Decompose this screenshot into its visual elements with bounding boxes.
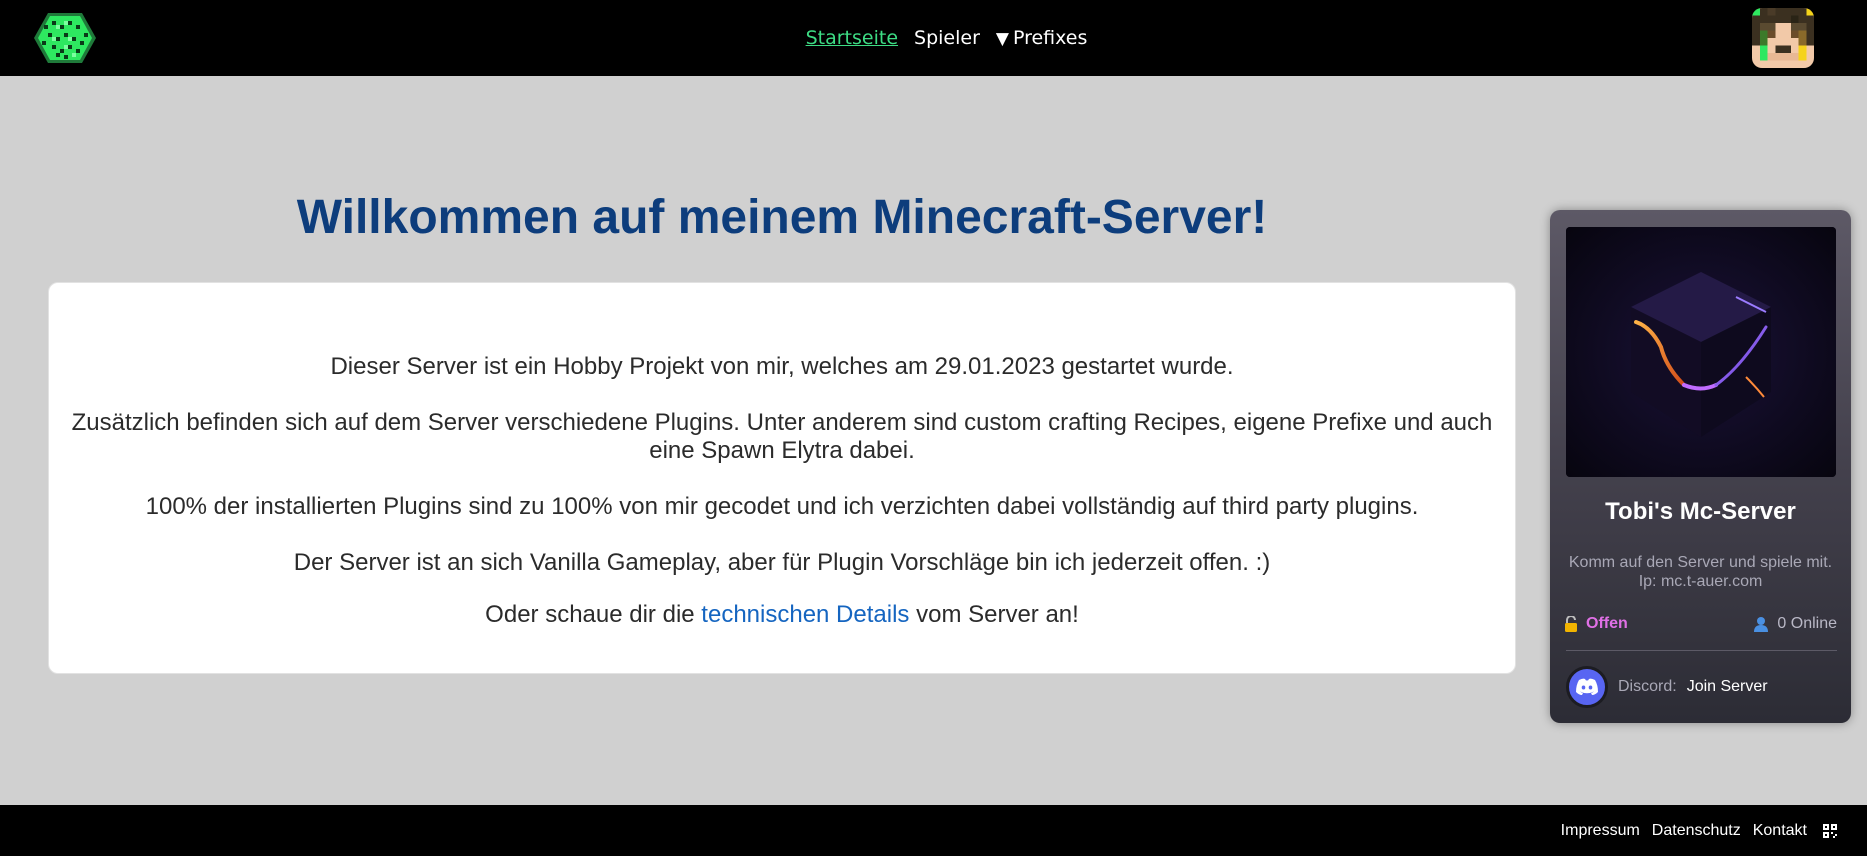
- online-count: 0 Online: [1753, 615, 1837, 633]
- intro-paragraph-3: 100% der installierten Plugins sind zu 1…: [145, 493, 1419, 520]
- server-status: Offen: [1564, 615, 1628, 633]
- nav-dropdown-label: Prefixes: [1012, 27, 1088, 49]
- nav-link-startseite[interactable]: Startseite: [806, 27, 898, 49]
- server-motd: Komm auf den Server und spiele mit. Ip: …: [1550, 553, 1851, 591]
- qr-code-icon[interactable]: [1823, 823, 1837, 838]
- top-navbar: Startseite Spieler ▼ Prefixes: [0, 0, 1867, 76]
- intro-paragraph-4: Der Server ist an sich Vanilla Gameplay,…: [293, 549, 1271, 576]
- nav-link-spieler[interactable]: Spieler: [914, 27, 980, 49]
- server-status-row: Offen 0 Online: [1564, 615, 1837, 637]
- details-text-before: Oder schaue dir die: [485, 601, 702, 628]
- motd-line-1: Komm auf den Server und spiele mit.: [1568, 554, 1833, 571]
- footer-links: Impressum Datenschutz Kontakt: [1561, 805, 1837, 856]
- discord-row: Discord: Join Server: [1566, 665, 1768, 709]
- intro-card: Dieser Server ist ein Hobby Projekt von …: [48, 282, 1516, 674]
- main-nav: Startseite Spieler ▼ Prefixes: [0, 0, 1867, 76]
- technical-details-link[interactable]: technischen Details: [701, 601, 909, 628]
- page-title: Willkommen auf meinem Minecraft-Server!: [296, 191, 1268, 244]
- discord-join-link[interactable]: Join Server: [1687, 678, 1768, 696]
- discord-label: Discord:: [1618, 678, 1677, 695]
- motd-line-2: Ip: mc.t-auer.com: [1638, 573, 1763, 590]
- intro-paragraph-2: Zusätzlich befinden sich auf dem Server …: [71, 409, 1493, 464]
- discord-icon[interactable]: [1566, 666, 1608, 708]
- online-count-text: 0 Online: [1777, 615, 1837, 632]
- user-icon: [1754, 617, 1769, 632]
- intro-paragraph-1: Dieser Server ist ein Hobby Projekt von …: [330, 353, 1234, 380]
- server-status-text: Offen: [1586, 615, 1628, 632]
- unlock-icon: [1565, 616, 1577, 632]
- server-cover-image: [1566, 227, 1836, 477]
- server-name: Tobi's Mc-Server: [1605, 498, 1796, 525]
- dropdown-arrow-icon: ▼: [995, 29, 1009, 49]
- footer-link-kontakt[interactable]: Kontakt: [1753, 822, 1807, 840]
- footer-link-impressum[interactable]: Impressum: [1561, 822, 1640, 840]
- widget-divider: [1566, 650, 1837, 651]
- footer-link-datenschutz[interactable]: Datenschutz: [1652, 822, 1741, 840]
- page-footer: Impressum Datenschutz Kontakt: [0, 805, 1867, 856]
- user-avatar[interactable]: [1752, 8, 1814, 68]
- nav-dropdown-prefixes[interactable]: ▼ Prefixes: [996, 27, 1088, 49]
- server-widget: Tobi's Mc-Server Komm auf den Server und…: [1550, 210, 1851, 723]
- details-text-after: vom Server an!: [909, 601, 1079, 628]
- intro-paragraph-details: Oder schaue dir die technischen Details …: [69, 601, 1495, 629]
